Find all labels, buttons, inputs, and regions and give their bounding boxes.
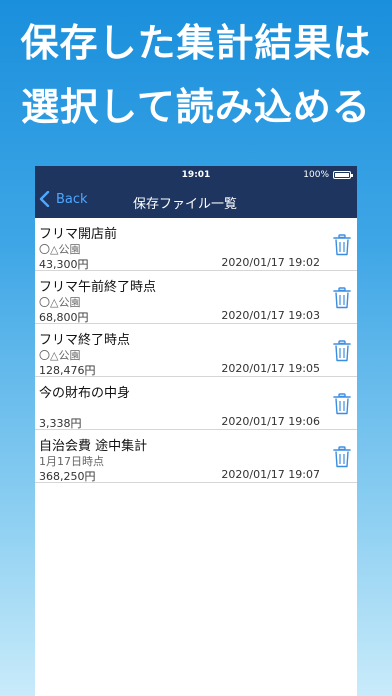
file-title: 自治会費 途中集計: [39, 439, 148, 454]
file-title: フリマ午前終了時点: [39, 280, 157, 295]
saved-file-list: フリマ開店前 〇△公園 43,300円 2020/01/17 19:02 フリマ…: [35, 218, 357, 483]
file-title: 今の財布の中身: [39, 386, 131, 401]
file-title: フリマ開店前: [39, 227, 118, 242]
list-item[interactable]: フリマ終了時点 〇△公園 128,476円 2020/01/17 19:05: [35, 324, 357, 377]
back-button[interactable]: Back: [39, 191, 88, 207]
file-subtitle: 〇△公園: [39, 296, 81, 309]
headline-line-2: 選択して読み込める: [21, 85, 371, 129]
battery-icon: [333, 171, 353, 179]
trash-icon[interactable]: [333, 234, 351, 256]
trash-icon[interactable]: [333, 287, 351, 309]
file-date: 2020/01/17 19:03: [221, 309, 320, 322]
file-subtitle: 1月17日時点: [39, 455, 104, 468]
list-item[interactable]: フリマ午前終了時点 〇△公園 68,800円 2020/01/17 19:03: [35, 271, 357, 324]
list-item[interactable]: 今の財布の中身 3,338円 2020/01/17 19:06: [35, 377, 357, 430]
file-amount: 3,338円: [39, 417, 82, 430]
trash-icon[interactable]: [333, 393, 351, 415]
trash-icon[interactable]: [333, 340, 351, 362]
navigation-bar: Back 保存ファイル一覧: [35, 184, 357, 218]
file-date: 2020/01/17 19:02: [221, 256, 320, 269]
page-title: 保存ファイル一覧: [133, 197, 238, 212]
back-label: Back: [56, 191, 88, 207]
file-title: フリマ終了時点: [39, 333, 131, 348]
file-date: 2020/01/17 19:07: [221, 468, 320, 481]
file-amount: 368,250円: [39, 470, 96, 483]
file-amount: 128,476円: [39, 364, 96, 377]
file-date: 2020/01/17 19:06: [221, 415, 320, 428]
list-item[interactable]: 自治会費 途中集計 1月17日時点 368,250円 2020/01/17 19…: [35, 430, 357, 483]
list-item[interactable]: フリマ開店前 〇△公園 43,300円 2020/01/17 19:02: [35, 218, 357, 271]
file-subtitle: 〇△公園: [39, 349, 81, 362]
battery-percent: 100%: [303, 170, 329, 180]
chevron-left-icon: [39, 191, 50, 207]
phone-screen: 19:01 100% Back 保存ファイル一覧 フリマ開店前 〇△公園 43,…: [35, 166, 357, 696]
status-bar: 19:01 100%: [35, 166, 357, 184]
file-amount: 68,800円: [39, 311, 89, 324]
file-amount: 43,300円: [39, 258, 89, 271]
file-subtitle: 〇△公園: [39, 243, 81, 256]
headline-line-1: 保存した集計結果は: [20, 21, 372, 65]
file-date: 2020/01/17 19:05: [221, 362, 320, 375]
trash-icon[interactable]: [333, 446, 351, 468]
